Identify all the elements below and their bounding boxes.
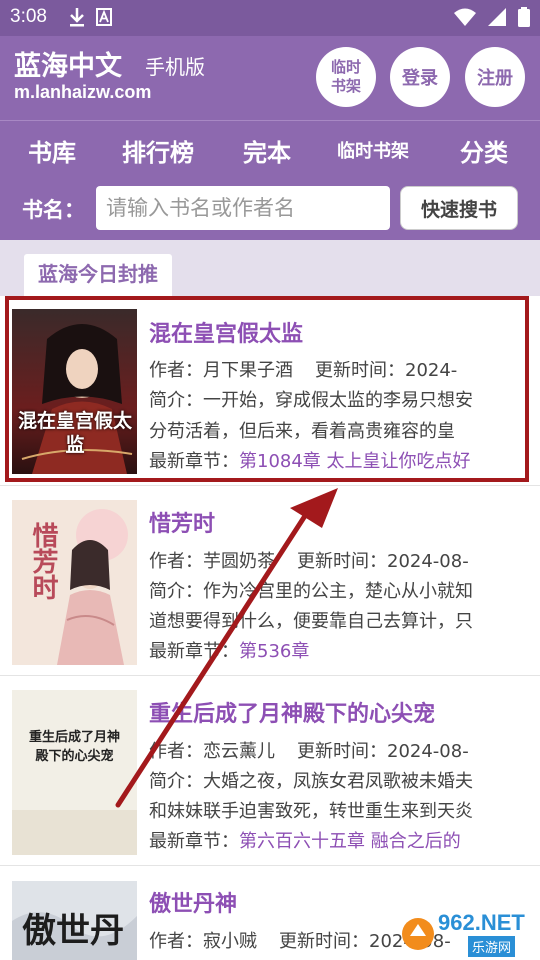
annotation-arrow-icon xyxy=(115,488,338,808)
watermark-brand: 962.NET xyxy=(438,910,525,935)
watermark-logo: 962.NET 乐游网 xyxy=(398,906,536,960)
watermark-sub: 乐游网 xyxy=(468,936,516,957)
